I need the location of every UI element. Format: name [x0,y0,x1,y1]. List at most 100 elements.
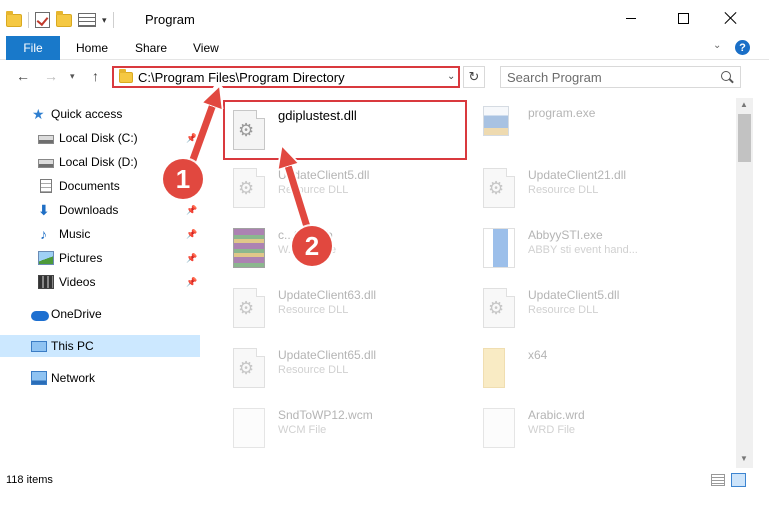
refresh-button[interactable]: ↻ [463,66,485,88]
file-item-folder-x64[interactable]: x64 [475,340,715,396]
pin-icon[interactable]: 📌 [186,253,197,264]
file-item-gdiplustest-dll[interactable]: gdiplustest.dll [223,100,467,160]
file-type: Resource DLL [528,184,599,196]
music-note-icon: ♪ [40,226,47,242]
file-item[interactable]: UpdateClient5.dll Resource DLL [225,160,465,216]
pin-icon[interactable]: 📌 [186,205,197,216]
computer-icon [31,340,47,352]
large-icons-view-icon[interactable] [731,473,746,487]
pin-icon[interactable]: 📌 [186,229,197,240]
file-item[interactable]: UpdateClient63.dll Resource DLL [225,280,465,336]
downloads-arrow-icon: ⬇ [38,202,50,218]
sidebar-item-downloads[interactable]: ⬇ Downloads 📌 [0,199,200,221]
scroll-down-arrow-icon[interactable]: ▼ [740,454,748,463]
tab-file[interactable]: File [6,36,60,60]
dll-file-icon [233,110,265,150]
quick-access-toolbar: ▾ [6,9,114,31]
documents-icon [40,179,52,193]
file-item[interactable]: UpdateClient65.dll Resource DLL [225,340,465,396]
vertical-scrollbar[interactable]: ▲ ▼ [736,98,753,468]
up-arrow-icon[interactable]: ↑ [92,68,99,84]
scrollbar-thumb[interactable] [738,114,751,162]
search-input[interactable] [507,69,717,85]
customize-toolbar-chevron-icon[interactable]: ▾ [102,15,107,26]
new-folder-icon[interactable] [56,10,72,27]
properties-check-icon[interactable] [35,12,50,28]
dll-file-icon [233,288,265,328]
callout-badge-1: 1 [163,159,203,199]
pin-icon[interactable]: 📌 [186,277,197,288]
forward-arrow-icon[interactable]: → [44,68,58,84]
callout-badge-2: 2 [292,226,332,266]
sidebar-item-label: Network [51,371,96,385]
help-icon[interactable]: ? [735,40,750,55]
sidebar-item-videos[interactable]: Videos 📌 [0,271,200,293]
close-icon [725,12,737,24]
properties-icon[interactable] [78,13,96,27]
sidebar-item-onedrive[interactable]: OneDrive [0,303,200,325]
file-name: UpdateClient63.dll [278,288,377,302]
file-name: UpdateClient65.dll [278,348,377,362]
sidebar-item-label: Music [59,227,91,241]
sidebar-item-quick-access[interactable]: ★ Quick access [0,103,200,125]
folder-icon [483,348,505,388]
sidebar-item-music[interactable]: ♪ Music 📌 [0,223,200,245]
minimize-icon [626,17,636,19]
sidebar-item-local-disk-c[interactable]: Local Disk (C:) 📌 [0,127,200,149]
file-name: program.exe [528,106,596,120]
address-dropdown-chevron-icon[interactable]: ⌄ [447,71,455,82]
scroll-up-arrow-icon[interactable]: ▲ [740,100,748,109]
navigation-pane: ★ Quick access Local Disk (C:) 📌 Local D… [0,98,205,468]
file-name: UpdateClient21.dll [528,168,627,182]
search-icon[interactable] [721,71,731,81]
videos-icon [38,275,54,289]
file-type: WRD File [528,424,576,436]
file-type: WCM File [278,424,327,436]
exe-file-icon [483,106,509,136]
sidebar-item-label: Downloads [59,203,119,217]
pin-icon[interactable]: 📌 [186,133,197,144]
minimize-button[interactable] [608,0,654,36]
recent-locations-chevron-icon[interactable]: ▾ [70,71,75,82]
sidebar-item-pictures[interactable]: Pictures 📌 [0,247,200,269]
sidebar-item-network[interactable]: Network [0,367,200,389]
dll-file-icon [233,168,265,208]
file-item[interactable]: c...tes.cab W... Archive [225,220,465,276]
file-item-program-exe[interactable]: program.exe [475,98,715,154]
details-view-icon[interactable] [711,474,725,486]
file-type: ABBY sti event hand... [528,244,638,256]
file-item[interactable]: Arabic.wrd WRD File [475,400,715,456]
file-type: Resource DLL [278,184,349,196]
maximize-button[interactable] [660,0,706,36]
sidebar-item-label: Quick access [51,107,123,121]
file-name: SndToWP12.wcm [278,408,373,422]
dll-file-icon [233,348,265,388]
expand-ribbon-chevron-icon[interactable]: ⌄ [713,40,721,51]
address-path[interactable]: C:\Program Files\Program Directory [138,70,345,85]
back-arrow-icon[interactable]: ← [16,68,30,84]
sidebar-item-label: Local Disk (D:) [59,155,138,169]
file-item[interactable]: UpdateClient5.dll Resource DLL [475,280,715,336]
star-icon: ★ [32,106,45,122]
tab-view[interactable]: View [193,36,219,60]
search-box[interactable] [500,66,741,88]
folder-icon [6,10,22,27]
cloud-icon [31,311,49,321]
sidebar-item-label: Videos [59,275,96,289]
sidebar-item-label: Pictures [59,251,103,265]
file-type: Resource DLL [278,304,349,316]
file-name: Arabic.wrd [528,408,585,422]
file-item[interactable]: SndToWP12.wcm WCM File [225,400,465,456]
sidebar-item-this-pc[interactable]: This PC [0,335,200,357]
maximize-icon [677,12,689,24]
file-item[interactable]: UpdateClient21.dll Resource DLL [475,160,715,216]
address-bar[interactable]: C:\Program Files\Program Directory ⌄ [112,66,460,88]
tab-share[interactable]: Share [135,36,167,60]
drive-icon [38,135,54,144]
close-button[interactable] [708,0,754,36]
file-item[interactable]: AbbyySTI.exe ABBY sti event hand... [475,220,715,276]
title-bar: ▾ Program [0,0,769,38]
status-bar: 118 items [0,470,769,492]
tab-home[interactable]: Home [76,36,108,60]
sidebar-item-label: This PC [51,339,94,353]
